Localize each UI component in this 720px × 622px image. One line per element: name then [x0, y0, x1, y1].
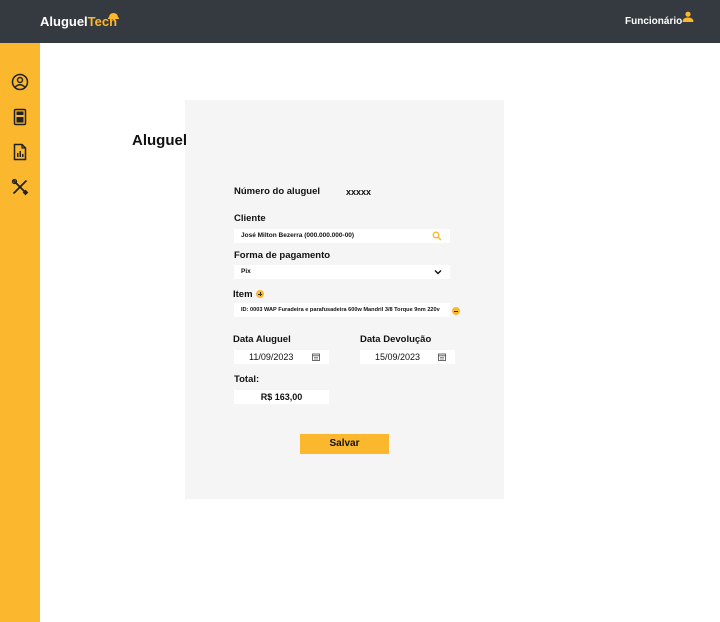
return-date-label: Data Devolução — [360, 334, 432, 345]
sidebar-item-profile[interactable] — [11, 73, 29, 91]
user-role-label[interactable]: Funcionário — [625, 16, 682, 27]
save-button[interactable]: Salvar — [300, 434, 389, 454]
logo-text-aluguel: Aluguel — [40, 14, 88, 29]
user-circle-icon — [11, 73, 29, 91]
rental-number-label: Número do aluguel — [234, 186, 321, 197]
user-icon[interactable] — [682, 11, 694, 23]
return-date-value: 15/09/2023 — [375, 352, 421, 362]
add-item-button[interactable] — [256, 290, 264, 298]
payment-method-label: Forma de pagamento — [234, 250, 331, 261]
top-bar: AluguelTech Funcionário — [0, 0, 720, 43]
calculator-icon — [13, 108, 27, 126]
rental-date-value: 11/09/2023 — [249, 352, 294, 362]
rental-date-input[interactable]: 11/09/2023 — [234, 350, 329, 364]
client-label: Cliente — [234, 213, 266, 224]
chevron-down-icon[interactable] — [433, 267, 443, 277]
app-logo[interactable]: AluguelTech — [40, 14, 117, 29]
sidebar — [0, 43, 40, 622]
calendar-icon[interactable] — [438, 353, 446, 361]
total-value: R$ 163,00 — [234, 390, 329, 404]
item-label: Item — [233, 289, 253, 300]
return-date-input[interactable]: 15/09/2023 — [360, 350, 455, 364]
client-field[interactable]: José Milton Bezerra (000.000.000-00) — [234, 229, 450, 243]
hard-hat-icon — [108, 13, 119, 19]
total-label: Total: — [234, 374, 260, 385]
rental-date-label: Data Aluguel — [233, 334, 291, 345]
remove-item-button[interactable] — [452, 307, 460, 315]
search-icon[interactable] — [432, 231, 442, 241]
page-title: Aluguel — [132, 132, 187, 149]
item-field[interactable]: ID: 0003 WAP Furadeira e parafusadeira 6… — [234, 303, 450, 317]
payment-method-select[interactable]: Pix — [234, 265, 450, 279]
tools-icon — [11, 178, 29, 196]
rental-number-value: xxxxx — [346, 187, 372, 197]
calendar-icon[interactable] — [312, 353, 320, 361]
sidebar-item-tools[interactable] — [11, 178, 29, 196]
sidebar-item-rentals[interactable] — [11, 108, 29, 126]
